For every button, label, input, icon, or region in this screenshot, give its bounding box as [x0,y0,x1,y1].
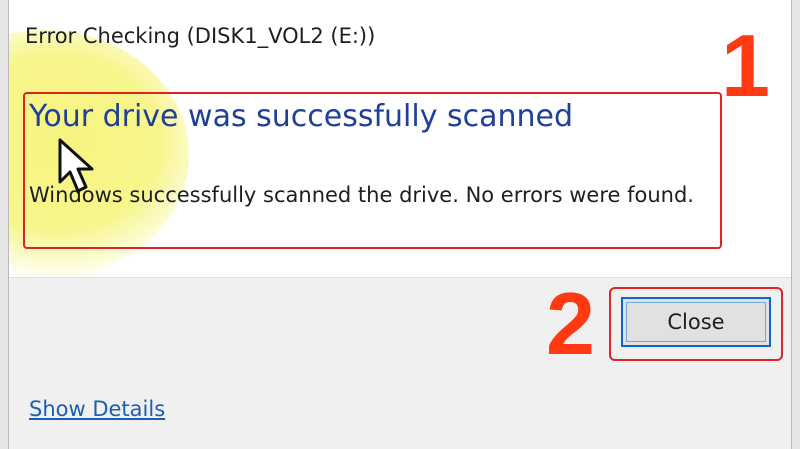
error-checking-dialog: Error Checking (DISK1_VOL2 (E:)) Your dr… [8,0,792,449]
scan-result-message: Windows successfully scanned the drive. … [29,183,694,207]
step-marker-2: 2 [546,274,595,373]
step-marker-1: 1 [721,16,770,115]
scan-result-heading: Your drive was successfully scanned [29,99,574,134]
show-details-link[interactable]: Show Details [29,397,165,421]
mouse-pointer-icon [58,138,94,193]
dialog-title: Error Checking (DISK1_VOL2 (E:)) [25,24,376,48]
close-button[interactable]: Close [621,297,771,347]
